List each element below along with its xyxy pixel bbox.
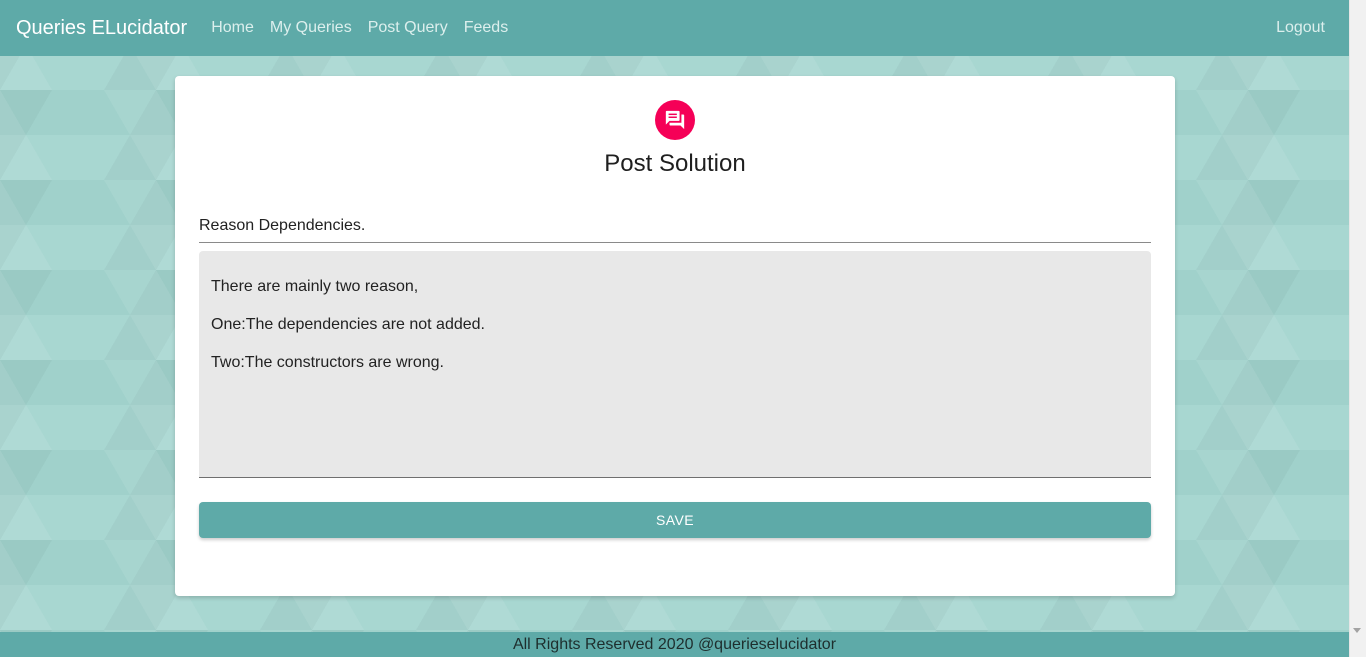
logout-link[interactable]: Logout	[1276, 19, 1325, 37]
solution-line: There are mainly two reason,	[211, 278, 419, 295]
nav-link-feeds[interactable]: Feeds	[464, 19, 508, 37]
page-title: Post Solution	[604, 150, 746, 177]
solution-textarea[interactable]: There are mainly two reason, One:The dep…	[199, 251, 1151, 478]
scroll-down-arrow-icon[interactable]	[1353, 628, 1361, 633]
post-solution-card: Post Solution There are mainly two reaso…	[175, 76, 1175, 596]
solution-line: Two:The constructors are wrong.	[211, 354, 444, 371]
query-title-input[interactable]	[199, 212, 1151, 243]
footer: All Rights Reserved 2020 @querieselucida…	[0, 632, 1349, 657]
vertical-scrollbar[interactable]	[1349, 0, 1366, 657]
footer-text: All Rights Reserved 2020 @querieselucida…	[512, 636, 837, 653]
nav-link-home[interactable]: Home	[211, 19, 254, 37]
nav-link-post-query[interactable]: Post Query	[368, 19, 448, 37]
solution-line: One:The dependencies are not added.	[211, 316, 485, 333]
top-navbar: Queries ELucidator Home My Queries Post …	[0, 0, 1349, 56]
forum-icon	[655, 100, 695, 140]
brand-title[interactable]: Queries ELucidator	[16, 17, 187, 40]
nav-link-my-queries[interactable]: My Queries	[270, 19, 352, 37]
save-button[interactable]: SAVE	[199, 502, 1151, 538]
